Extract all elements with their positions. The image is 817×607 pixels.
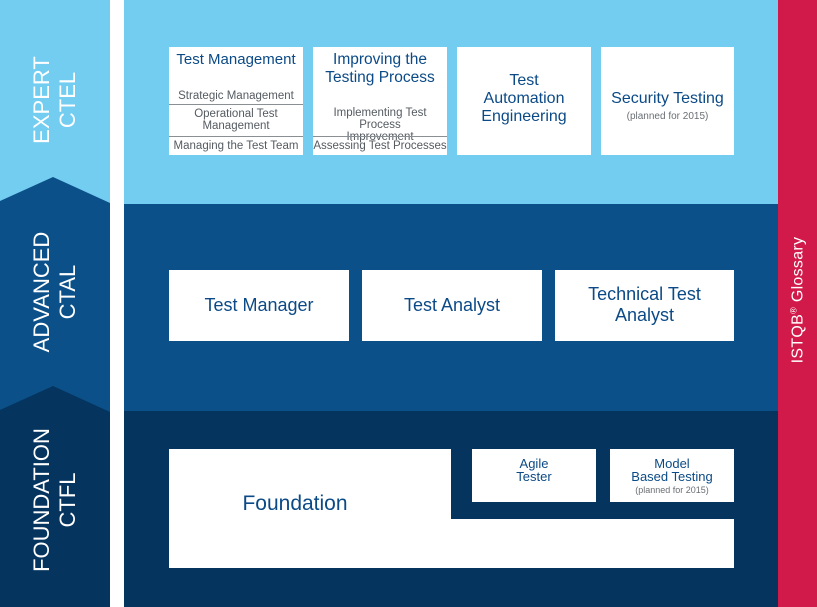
glossary-label: ISTQB® Glossary	[787, 236, 807, 364]
module-title: Security Testing	[611, 90, 724, 107]
module-title: Test Analyst	[403, 295, 501, 315]
foundation-level-code: CTFL	[55, 472, 80, 528]
submodule-strategic[interactable]: Strategic Management	[169, 90, 303, 105]
module-model-based-testing[interactable]: Model Based Testing (planned for 2015)	[610, 449, 734, 502]
submodule-managing-team[interactable]: Managing the Test Team	[169, 136, 303, 155]
advanced-level-label: ADVANCED CTAL	[29, 232, 81, 353]
foundation-title: Foundation	[242, 492, 348, 515]
expert-level-name: EXPERT	[29, 56, 54, 144]
planned-note: (planned for 2015)	[626, 111, 709, 122]
module-test-management[interactable]: Test Management Strategic Management Ope…	[169, 47, 303, 155]
module-title: Technical Test Analyst	[588, 284, 701, 325]
submodule-implementing-tpi[interactable]: Implementing Test Process Improvement	[313, 107, 447, 143]
advanced-level-code: CTAL	[55, 264, 80, 320]
advanced-level-name: ADVANCED	[29, 231, 54, 353]
module-security-testing[interactable]: Security Testing (planned for 2015)	[601, 47, 734, 155]
module-improving-testing-process[interactable]: Improving the Testing Process Implementi…	[313, 47, 447, 155]
module-test-analyst[interactable]: Test Analyst	[362, 270, 542, 341]
module-title: Test Manager	[204, 295, 314, 315]
istqb-glossary-bar[interactable]: ISTQB® Glossary	[778, 0, 817, 607]
submodule-assessing[interactable]: Assessing Test Processes	[313, 136, 447, 155]
foundation-level-label: FOUNDATION CTFL	[29, 428, 81, 572]
module-technical-test-analyst[interactable]: Technical Test Analyst	[555, 270, 734, 341]
planned-note: (planned for 2015)	[635, 485, 709, 495]
module-test-automation-engineering[interactable]: Test Automation Engineering	[457, 47, 591, 155]
separator-strip	[110, 0, 124, 607]
module-title: Model Based Testing	[631, 456, 713, 484]
module-title: Improving the Testing Process	[325, 51, 435, 86]
foundation-level-name: FOUNDATION	[29, 428, 54, 572]
submodule-operational[interactable]: Operational Test Management	[169, 104, 303, 136]
expert-level-label: EXPERT CTEL	[29, 56, 81, 144]
module-title: Test Automation Engineering	[481, 72, 567, 125]
module-agile-tester[interactable]: Agile Tester	[472, 449, 596, 502]
module-title: Test Management	[176, 51, 296, 68]
module-test-manager[interactable]: Test Manager	[169, 270, 349, 341]
expert-level-code: CTEL	[55, 71, 80, 129]
module-title: Agile Tester	[516, 456, 552, 484]
